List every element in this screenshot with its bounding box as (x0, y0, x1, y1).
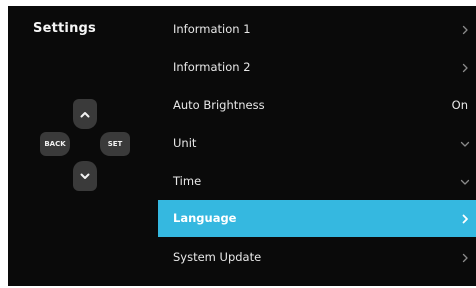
chevron-down-icon (460, 141, 470, 147)
menu-item-label: Time (173, 174, 202, 188)
menu-item-label: System Update (173, 250, 262, 264)
menu-item-label: Auto Brightness (173, 98, 265, 112)
menu-item-time[interactable]: Time (158, 163, 476, 201)
settings-menu: Information 1 Information 2 Auto Brightn… (158, 6, 476, 286)
chevron-right-icon (462, 25, 468, 35)
up-button[interactable] (73, 99, 97, 129)
chevron-down-icon (460, 179, 470, 185)
dpad-controls: BACK SET (38, 99, 138, 191)
set-button[interactable]: SET (100, 132, 130, 156)
chevron-right-icon (462, 214, 468, 224)
settings-screen: Settings BACK SET Information 1 Informat… (8, 6, 476, 286)
menu-item-label: Information 2 (173, 60, 251, 74)
chevron-up-icon (80, 111, 90, 117)
menu-item-unit[interactable]: Unit (158, 125, 476, 163)
menu-item-label: Information 1 (173, 22, 251, 36)
menu-item-system-update[interactable]: System Update (158, 239, 476, 277)
menu-item-label: Language (173, 211, 237, 225)
menu-item-label: Unit (173, 136, 197, 150)
chevron-right-icon (462, 253, 468, 263)
back-button[interactable]: BACK (40, 132, 70, 156)
chevron-down-icon (80, 173, 90, 179)
menu-item-information-2[interactable]: Information 2 (158, 49, 476, 87)
page-title: Settings (33, 21, 96, 36)
menu-item-auto-brightness[interactable]: Auto Brightness On (158, 87, 476, 125)
menu-item-information-1[interactable]: Information 1 (158, 11, 476, 49)
set-label: SET (107, 140, 123, 148)
chevron-right-icon (462, 63, 468, 73)
down-button[interactable] (73, 161, 97, 191)
auto-brightness-value: On (451, 98, 468, 112)
left-panel: Settings BACK SET (8, 6, 158, 286)
back-label: BACK (44, 140, 66, 148)
menu-item-language[interactable]: Language (158, 200, 476, 237)
